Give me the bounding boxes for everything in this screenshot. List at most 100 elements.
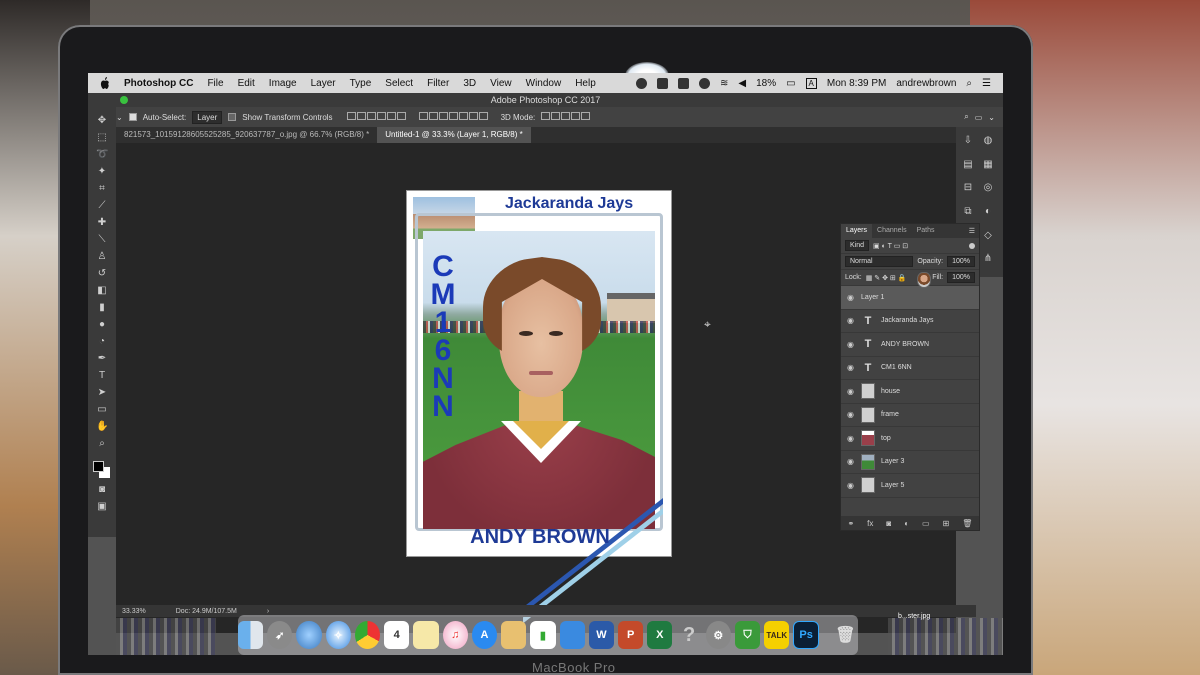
security-app-icon[interactable]: ⛉ [734,621,761,649]
layer-row[interactable]: ◉ frame [841,404,979,427]
messages-icon[interactable] [635,77,647,89]
drive-icon[interactable] [656,77,668,89]
properties-panel-icon[interactable]: ▤ [962,159,974,171]
mode-3d-icons[interactable] [541,112,591,122]
menu-type[interactable]: Type [350,78,372,89]
channels-panel-icon[interactable]: ⧉ [962,206,974,218]
app-store-icon[interactable]: A [471,621,498,649]
healing-tool-icon[interactable]: ✚ [96,217,108,229]
menu-filter[interactable]: Filter [427,78,449,89]
menu-image[interactable]: Image [269,78,297,89]
swatches-panel-icon[interactable]: ▦ [982,159,994,171]
photoshop-icon[interactable]: Ps [793,621,819,649]
visibility-eye-icon[interactable]: ◉ [847,481,855,490]
powerpoint-icon[interactable]: P [618,621,644,649]
desktop-file-label[interactable]: b...ster.jpg [898,613,930,620]
new-layer-icon[interactable]: ⊞ [943,519,950,528]
shield-icon[interactable] [677,77,689,89]
menu-file[interactable]: File [207,78,223,89]
filter-icons[interactable]: ▣ ◐ T ▭ ⊡ [873,242,908,250]
history-brush-tool-icon[interactable]: ↺ [96,268,108,280]
visibility-eye-icon[interactable]: ◉ [847,363,855,372]
help-icon[interactable]: ? [676,621,701,649]
tab-channels[interactable]: Channels [872,224,912,238]
search-ps-icon[interactable]: ⌕ [964,112,968,122]
notification-center-icon[interactable]: ☰ [982,78,991,89]
layer-row[interactable]: ◉ T ANDY BROWN [841,333,979,357]
layer-style-icon[interactable]: fx [867,519,873,528]
contacts-icon[interactable] [501,621,527,649]
clock[interactable]: Mon 8:39 PM [827,78,886,89]
layer-row[interactable]: ◉ T CM1 6NN [841,357,979,380]
link-layers-icon[interactable]: ⚭ [847,519,854,528]
type-tool-icon[interactable]: T [96,370,108,382]
zoom-tool-icon[interactable]: ⌕ [96,438,108,450]
system-preferences-icon[interactable]: ⚙ [705,621,731,649]
blend-mode-dropdown[interactable]: Normal [845,256,914,267]
itunes-icon[interactable]: ♫ [442,621,468,649]
visibility-eye-icon[interactable]: ◉ [847,410,855,419]
lasso-tool-icon[interactable]: ➰ [96,149,108,161]
eyedropper-tool-icon[interactable]: ⟋ [96,200,108,212]
workspace-chevron-icon[interactable]: ⌄ [988,113,1003,122]
pen-tool-icon[interactable]: ✒ [96,353,108,365]
tab-photo-document[interactable]: 821573_10159128605525285_920637787_o.jpg… [116,127,377,143]
numbers-icon[interactable]: ▮ [530,621,556,649]
wifi-icon[interactable]: ≋ [720,78,728,89]
status-chevron-icon[interactable]: › [267,608,269,615]
libraries-panel-icon[interactable]: ⊟ [962,182,974,194]
notes-icon[interactable] [413,621,439,649]
layer-row[interactable]: ◉ house [841,380,979,404]
color-panel-icon[interactable]: ◍ [982,135,994,147]
layer-row[interactable]: ◉ top [841,427,979,451]
trading-card[interactable]: Jackaranda Jays C M 1 6 N N ANDY BROWN [406,190,672,624]
transform-controls-checkbox[interactable] [228,113,237,121]
visibility-eye-icon[interactable]: ◉ [847,457,855,466]
launchpad-icon[interactable]: ➶ [267,621,293,649]
styles-panel-icon[interactable]: ◐ [982,206,994,218]
volume-icon[interactable]: ◀ [738,78,746,89]
move-tool-icon[interactable]: ✥ [96,115,108,127]
foreground-color-swatch[interactable] [93,461,104,472]
panel-menu-icon[interactable]: ☰ [965,224,979,238]
menu-app-name[interactable]: Photoshop CC [124,78,193,89]
menu-edit[interactable]: Edit [238,78,255,89]
finder-icon[interactable] [237,621,264,649]
timemachine-icon[interactable] [698,77,710,89]
eraser-tool-icon[interactable]: ◧ [96,285,108,297]
workspace-icon[interactable]: ▭ [975,113,983,122]
color-swatches[interactable] [93,461,111,479]
filter-toggle-icon[interactable] [969,242,975,249]
input-source[interactable]: A [805,77,817,89]
layer-row[interactable]: ◉ Layer 1 [841,272,979,310]
calendar-icon[interactable]: 4 [384,621,410,649]
shape-tool-icon[interactable]: ▭ [96,404,108,416]
user-name[interactable]: andrewbrown [896,78,956,89]
safari-icon[interactable]: ✧ [325,621,351,649]
hand-tool-icon[interactable]: ✋ [96,421,108,433]
lock-icons[interactable]: ▦ ✎ ✥ ⊞ 🔒 [866,274,907,282]
magic-wand-tool-icon[interactable]: ✦ [96,166,108,178]
network-icon[interactable] [296,621,322,649]
layer-row[interactable]: ◉ Layer 5 [841,474,979,498]
adjustments-panel-icon[interactable]: ◎ [982,182,994,194]
stamp-tool-icon[interactable]: ♙ [96,251,108,263]
new-group-icon[interactable]: ▭ [922,519,930,528]
layer-row[interactable]: ◉ Layer 3 [841,451,979,474]
auto-select-checkbox[interactable] [128,113,137,121]
align-icons[interactable] [346,112,407,122]
preset-chevron-icon[interactable]: ⌄ [116,113,123,122]
layer-row[interactable]: ◉ T Jackaranda Jays [841,310,979,333]
keynote-icon[interactable] [559,621,585,649]
excel-icon[interactable]: X [647,621,673,649]
gradient-tool-icon[interactable]: ▮ [96,302,108,314]
menu-window[interactable]: Window [526,78,562,89]
apple-icon[interactable] [100,77,110,89]
battery-icon[interactable]: ▭ [786,78,795,89]
delete-layer-icon[interactable]: 🗑 [962,519,972,528]
battery-percent[interactable]: 18% [756,78,776,89]
tab-paths[interactable]: Paths [912,224,940,238]
menu-view[interactable]: View [490,78,512,89]
visibility-eye-icon[interactable]: ◉ [847,293,855,302]
visibility-eye-icon[interactable]: ◉ [847,316,855,325]
